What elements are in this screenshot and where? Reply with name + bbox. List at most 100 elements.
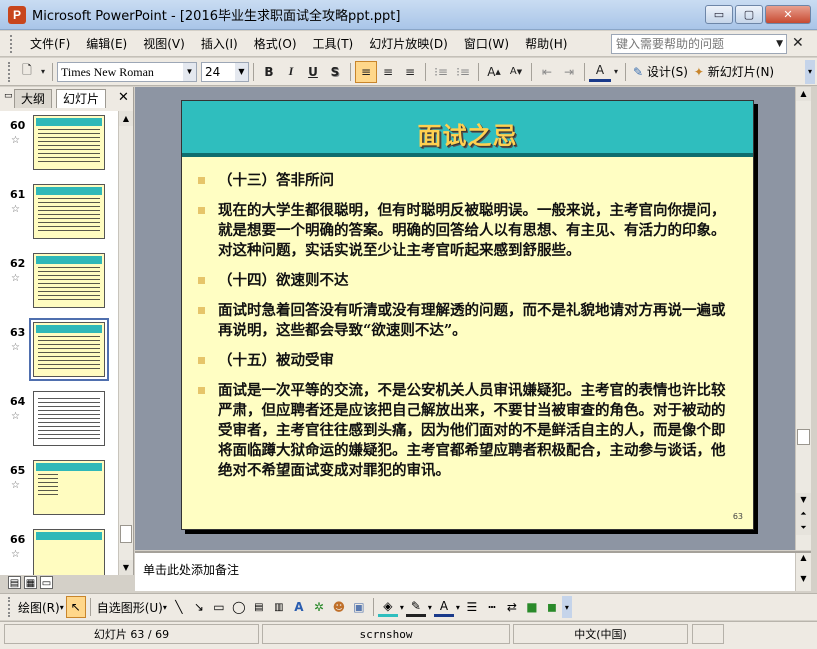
chevron-down-icon[interactable]: ▾	[38, 61, 48, 83]
thumbnail-item[interactable]: 61 ☆	[0, 184, 118, 248]
diagram-icon[interactable]: ✲	[309, 596, 329, 618]
design-button[interactable]: ✎ 设计(S)	[630, 63, 691, 80]
scroll-down-icon[interactable]: ▼	[796, 493, 811, 507]
chevron-down-icon[interactable]: ▾	[398, 596, 406, 618]
line-color-icon[interactable]: ✎	[405, 597, 426, 617]
thumbnail-image[interactable]	[33, 460, 105, 515]
close-button[interactable]: ✕	[765, 5, 811, 24]
tab-outline[interactable]: 大纲	[14, 89, 53, 108]
thumbnail-item[interactable]: 64 ☆	[0, 391, 118, 455]
menu-view[interactable]: 视图(V)	[135, 33, 193, 55]
font-name-select[interactable]: Times New Roman ▼	[57, 61, 197, 82]
increase-font-icon[interactable]: A ▲	[483, 61, 505, 83]
autoshapes-menu-button[interactable]: 自选图形(U) ▾	[95, 596, 169, 618]
scroll-up-icon[interactable]: ▲	[796, 87, 811, 101]
select-pointer-icon[interactable]: ↖	[65, 596, 86, 618]
thumbnail-item[interactable]: 62 ☆	[0, 253, 118, 317]
toolbar-options-icon[interactable]: ▾	[805, 60, 815, 84]
thumbnail-item[interactable]: 60 ☆	[0, 115, 118, 179]
toolbar-options-icon[interactable]: ▾	[561, 596, 572, 618]
scrollbar-thumb[interactable]	[797, 429, 810, 445]
scroll-down-icon[interactable]: ▼	[119, 560, 133, 575]
toolbar-grip[interactable]	[8, 61, 12, 82]
shadow-style-icon[interactable]: ■	[522, 596, 542, 618]
font-color-icon[interactable]: A	[433, 597, 454, 617]
thumbnail-item[interactable]: 65 ☆	[0, 460, 118, 524]
document-close-icon[interactable]: ✕	[792, 35, 804, 51]
slide-scrollbar[interactable]: ▲ ▼ ⏶ ⏷	[795, 87, 811, 550]
vertical-textbox-icon[interactable]: ▥	[269, 596, 289, 618]
italic-button[interactable]: I	[280, 61, 302, 83]
thumbnail-image[interactable]	[33, 253, 105, 308]
tab-slides[interactable]: 幻灯片	[56, 89, 107, 108]
menu-tools[interactable]: 工具(T)	[305, 33, 362, 55]
menu-slideshow[interactable]: 幻灯片放映(D)	[361, 33, 456, 55]
dash-style-icon[interactable]: ┅	[482, 596, 502, 618]
next-slide-icon[interactable]: ⏷	[796, 521, 811, 535]
line-style-icon[interactable]: ☰	[462, 596, 482, 618]
current-slide[interactable]: 面试之忌 （十三）答非所问 现在的大学生都很聪明，但有时聪明反被聪明误。一般来说…	[181, 100, 754, 530]
chevron-down-icon[interactable]: ▼	[776, 35, 783, 53]
thumbnail-image[interactable]	[33, 184, 105, 239]
scroll-down-icon[interactable]: ▼	[796, 574, 811, 583]
oval-tool-icon[interactable]: ◯	[229, 596, 249, 618]
scroll-up-icon[interactable]: ▲	[119, 111, 133, 126]
clipart-icon[interactable]: ☻	[329, 596, 349, 618]
chevron-down-icon[interactable]: ▾	[426, 596, 434, 618]
arrow-tool-icon[interactable]: ↘	[189, 596, 209, 618]
3d-style-icon[interactable]: ◼	[542, 596, 562, 618]
thumbnail-item[interactable]: 66 ☆	[0, 529, 118, 575]
thumbnail-item-selected[interactable]: 63 ☆	[0, 318, 118, 386]
chevron-down-icon[interactable]: ▾	[611, 61, 621, 83]
thumbnail-image[interactable]	[33, 529, 105, 575]
decrease-font-icon[interactable]: A ▼	[505, 61, 527, 83]
menu-file[interactable]: 文件(F)	[22, 33, 78, 55]
numbering-icon[interactable]: ⁝≡	[430, 61, 452, 83]
menu-format[interactable]: 格式(O)	[246, 33, 305, 55]
close-icon[interactable]: ✕	[118, 90, 129, 105]
scrollbar-thumb[interactable]	[120, 525, 132, 543]
slide-title[interactable]: 面试之忌	[182, 116, 753, 151]
restore-button[interactable]: ▢	[735, 5, 763, 24]
textbox-tool-icon[interactable]: ▤	[249, 596, 269, 618]
chevron-down-icon[interactable]: ▾	[454, 596, 462, 618]
minimize-button[interactable]: ▭	[705, 5, 733, 24]
slideshow-icon[interactable]: ▭	[40, 576, 53, 589]
notes-placeholder[interactable]: 单击此处添加备注	[143, 561, 239, 578]
menu-edit[interactable]: 编辑(E)	[78, 33, 135, 55]
scroll-up-icon[interactable]: ▲	[796, 553, 811, 562]
menu-grip[interactable]	[10, 34, 14, 53]
thumbnail-image[interactable]	[33, 115, 105, 170]
toolbar-grip[interactable]	[8, 597, 12, 617]
align-left-icon[interactable]: ≡	[355, 60, 377, 83]
font-color-icon[interactable]: A	[589, 62, 611, 82]
align-center-icon[interactable]: ≡	[377, 61, 399, 83]
menu-insert[interactable]: 插入(I)	[193, 33, 246, 55]
bold-button[interactable]: B	[258, 61, 280, 83]
align-right-icon[interactable]: ≡	[399, 61, 421, 83]
line-tool-icon[interactable]: ╲	[169, 596, 189, 618]
new-document-icon[interactable]: 🗋	[16, 61, 38, 83]
slide-body[interactable]: （十三）答非所问 现在的大学生都很聪明，但有时聪明反被聪明误。一般来说，主考官向…	[196, 171, 736, 491]
draw-menu-button[interactable]: 绘图(R) ▾	[16, 596, 66, 618]
notes-scrollbar[interactable]: ▲ ▼	[795, 553, 811, 591]
arrow-style-icon[interactable]: ⇄	[502, 596, 522, 618]
new-slide-button[interactable]: ✦ 新幻灯片(N)	[691, 63, 777, 80]
picture-icon[interactable]: ▣	[349, 596, 369, 618]
chevron-down-icon[interactable]: ▼	[235, 62, 248, 81]
fill-color-icon[interactable]: ◈	[377, 597, 398, 617]
slide-sorter-icon[interactable]: ▦	[24, 576, 37, 589]
increase-indent-icon[interactable]: ⇥	[558, 61, 580, 83]
shadow-button[interactable]: S	[324, 61, 346, 83]
thumbnail-scrollbar[interactable]: ▲ ▼	[118, 111, 133, 575]
bullets-icon[interactable]: ⁝≡	[452, 61, 474, 83]
help-search-input[interactable]: 键入需要帮助的问题 ▼	[611, 34, 787, 54]
wordart-icon[interactable]: A	[289, 596, 309, 618]
thumbnail-image[interactable]	[33, 391, 105, 446]
chevron-down-icon[interactable]: ▼	[183, 62, 196, 81]
menu-help[interactable]: 帮助(H)	[517, 33, 575, 55]
menu-window[interactable]: 窗口(W)	[456, 33, 517, 55]
font-size-select[interactable]: 24 ▼	[201, 61, 249, 82]
thumbnail-image[interactable]	[33, 322, 105, 377]
underline-button[interactable]: U	[302, 61, 324, 83]
